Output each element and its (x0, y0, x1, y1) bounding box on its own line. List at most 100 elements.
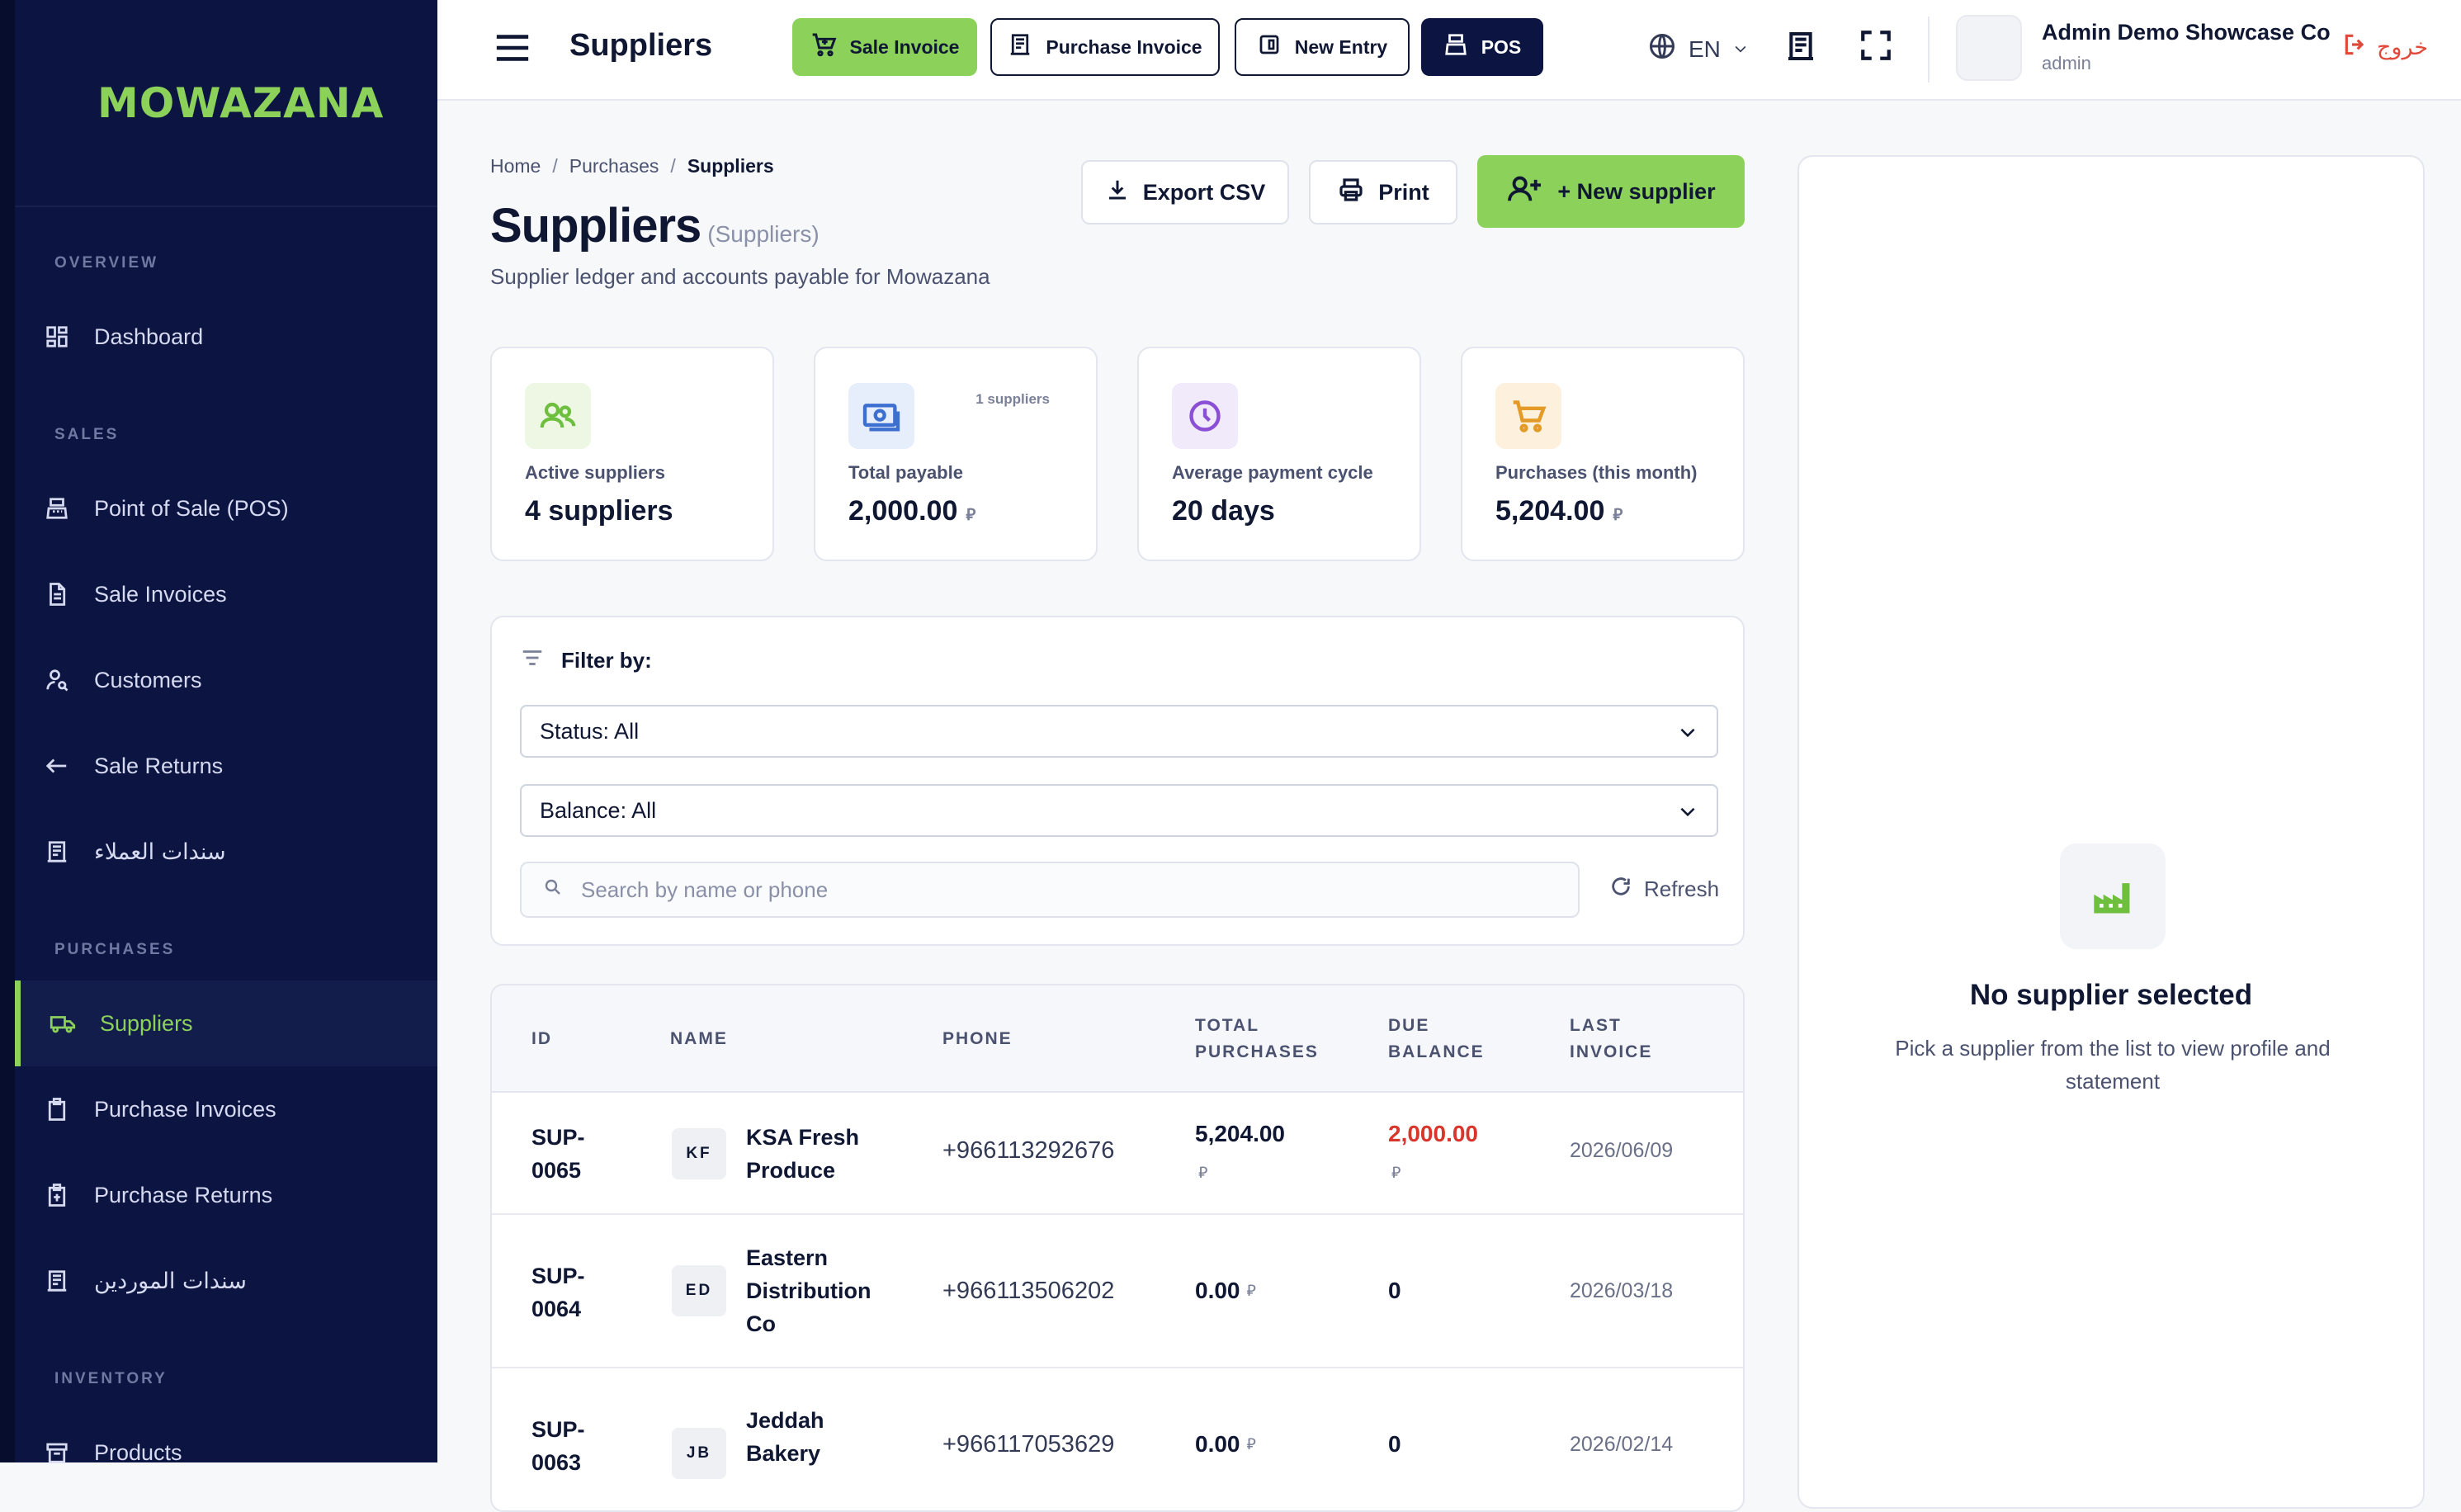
divider (1928, 17, 1930, 83)
cart-icon (810, 31, 850, 63)
sidebar-item-dashboard[interactable]: Dashboard (15, 294, 437, 380)
section-label-overview: OVERVIEW (54, 254, 159, 272)
search-placeholder: Search by name or phone (581, 876, 829, 902)
divider (15, 206, 437, 207)
id-part: 0063 (531, 1450, 582, 1475)
return-arrow-icon (43, 752, 71, 780)
header-text: NAME (670, 1029, 728, 1048)
due-balance: 0 (1388, 1278, 1401, 1304)
column-header-name[interactable]: NAME (670, 985, 728, 1093)
id-part: SUP- (531, 1417, 585, 1442)
header-text: TOTAL PURCHASES (1195, 1013, 1319, 1065)
currency-symbol: ⃁ (1246, 1435, 1256, 1453)
journal-icon (1257, 32, 1295, 62)
sidebar-item-purchase-invoices[interactable]: Purchase Invoices (15, 1066, 437, 1152)
column-header-phone[interactable]: PHONE (942, 985, 1013, 1093)
logout-button[interactable]: خروج (2342, 31, 2428, 64)
column-header-due-balance[interactable]: DUE BALANCE (1388, 985, 1485, 1093)
sidebar-item-customer-receipts[interactable]: سندات العملاء (15, 809, 437, 895)
logout-icon (2342, 31, 2377, 64)
stat-value: 20 days (1172, 495, 1275, 527)
table-row[interactable]: SUP- 0063 JB Jeddah Bakery +966117053629 0… (492, 1370, 1743, 1510)
avatar: ED (672, 1265, 726, 1316)
sidebar-item-sale-invoices[interactable]: Sale Invoices (15, 551, 437, 637)
sale-invoice-button[interactable]: Sale Invoice (792, 18, 977, 76)
name-line: Eastern (746, 1245, 829, 1270)
search-input[interactable]: Search by name or phone (520, 862, 1580, 918)
section-label-purchases: PURCHASES (54, 941, 176, 958)
return-box-icon (43, 1181, 71, 1209)
refresh-icon (1609, 875, 1644, 904)
table-row[interactable]: SUP- 0064 ED Eastern Distribution Co +96611… (492, 1217, 1743, 1368)
sidebar-item-purchase-returns[interactable]: Purchase Returns (15, 1152, 437, 1238)
avatar[interactable] (1956, 15, 2022, 81)
button-label: Export CSV (1142, 179, 1266, 205)
column-header-total-purchases[interactable]: TOTAL PURCHASES (1195, 985, 1319, 1093)
supplier-phone: +966113292676 (942, 1137, 1115, 1164)
stat-value: 2,000.00 ⃁ (848, 495, 975, 527)
button-label: POS (1481, 35, 1522, 58)
status-select[interactable]: Status: All (520, 705, 1718, 758)
empty-state-title: No supplier selected (1969, 979, 2253, 1011)
pos-button[interactable]: POS (1421, 18, 1543, 76)
empty-state-description: Pick a supplier from the list to view pr… (1895, 1036, 2331, 1094)
filter-panel: Filter by: Status: All Balance: All Sear… (490, 616, 1745, 946)
section-label-sales: SALES (54, 426, 120, 443)
avatar: KF (672, 1128, 726, 1179)
refresh-button[interactable]: Refresh (1609, 875, 1719, 904)
print-button[interactable]: Print (1309, 160, 1457, 224)
menu-icon[interactable] (494, 31, 531, 69)
table-header: ID NAME PHONE TOTAL PURCHASES DUE BALANCE … (492, 985, 1743, 1093)
stat-value-text: 2,000.00 (848, 495, 958, 527)
new-entry-button[interactable]: New Entry (1235, 18, 1410, 76)
stat-label: Total payable (848, 462, 963, 483)
amount: 0.00 (1195, 1431, 1240, 1457)
sidebar-item-customers[interactable]: Customers (15, 637, 437, 723)
stat-value-text: 4 suppliers (525, 495, 673, 527)
due-balance: 2,000.00 ⃁ (1388, 1116, 1478, 1191)
language-selector[interactable]: EN (1647, 31, 1760, 67)
sidebar: MOWAZANA OVERVIEW Dashboard SALES Point … (0, 0, 437, 1465)
supplier-name-cell: ED Eastern Distribution Co (672, 1241, 871, 1340)
table-row[interactable]: SUP- 0065 KF KSA Fresh Produce +9661132926… (492, 1093, 1743, 1215)
app-logo[interactable]: MOWAZANA (97, 79, 384, 127)
sidebar-item-label: Purchase Invoices (94, 1096, 276, 1122)
supplier-name: KSA Fresh Produce (746, 1121, 859, 1187)
fullscreen-icon[interactable] (1859, 28, 1893, 67)
avatar: JB (672, 1428, 726, 1479)
user-search-icon (43, 666, 71, 694)
sidebar-item-label: Purchase Returns (94, 1182, 273, 1207)
purchase-invoice-button[interactable]: Purchase Invoice (990, 18, 1220, 76)
column-header-id[interactable]: ID (531, 985, 552, 1093)
chevron-down-icon (1732, 36, 1760, 63)
balance-select-value: Balance: All (540, 797, 657, 823)
breadcrumb-purchases[interactable]: Purchases (569, 155, 659, 177)
section-label-inventory: INVENTORY (54, 1370, 168, 1387)
sidebar-item-supplier-receipts[interactable]: سندات الموردين (15, 1238, 437, 1324)
supplier-id: SUP- 0063 (531, 1413, 585, 1479)
breadcrumb-home[interactable]: Home (490, 155, 541, 177)
header-line: PURCHASES (1195, 1042, 1319, 1061)
new-supplier-button[interactable]: + New supplier (1477, 155, 1745, 228)
sidebar-item-label: Sale Returns (94, 753, 224, 778)
balance-select[interactable]: Balance: All (520, 784, 1718, 837)
filter-heading: Filter by: (520, 647, 652, 674)
amount: 2,000.00 (1388, 1121, 1478, 1146)
button-label: + New supplier (1557, 178, 1716, 204)
sidebar-item-label: Products (94, 1439, 182, 1465)
receipt-icon[interactable] (1784, 28, 1817, 69)
pos-icon (1443, 32, 1481, 62)
column-header-last-invoice[interactable]: LAST INVOICE (1570, 985, 1652, 1093)
sidebar-item-sale-returns[interactable]: Sale Returns (15, 723, 437, 809)
receipt-icon (43, 838, 71, 866)
sidebar-item-pos[interactable]: Point of Sale (POS) (15, 465, 437, 551)
name-line: Produce (746, 1158, 836, 1183)
stat-value: 5,204.00 ⃁ (1495, 495, 1623, 527)
users-icon (525, 383, 591, 449)
sidebar-item-suppliers[interactable]: Suppliers (15, 980, 437, 1066)
export-csv-button[interactable]: Export CSV (1081, 160, 1289, 224)
page-description: Supplier ledger and accounts payable for… (490, 264, 990, 289)
printer-icon (1337, 177, 1378, 209)
sidebar-item-products[interactable]: Products (15, 1410, 437, 1495)
currency-symbol: ⃁ (1613, 504, 1623, 524)
